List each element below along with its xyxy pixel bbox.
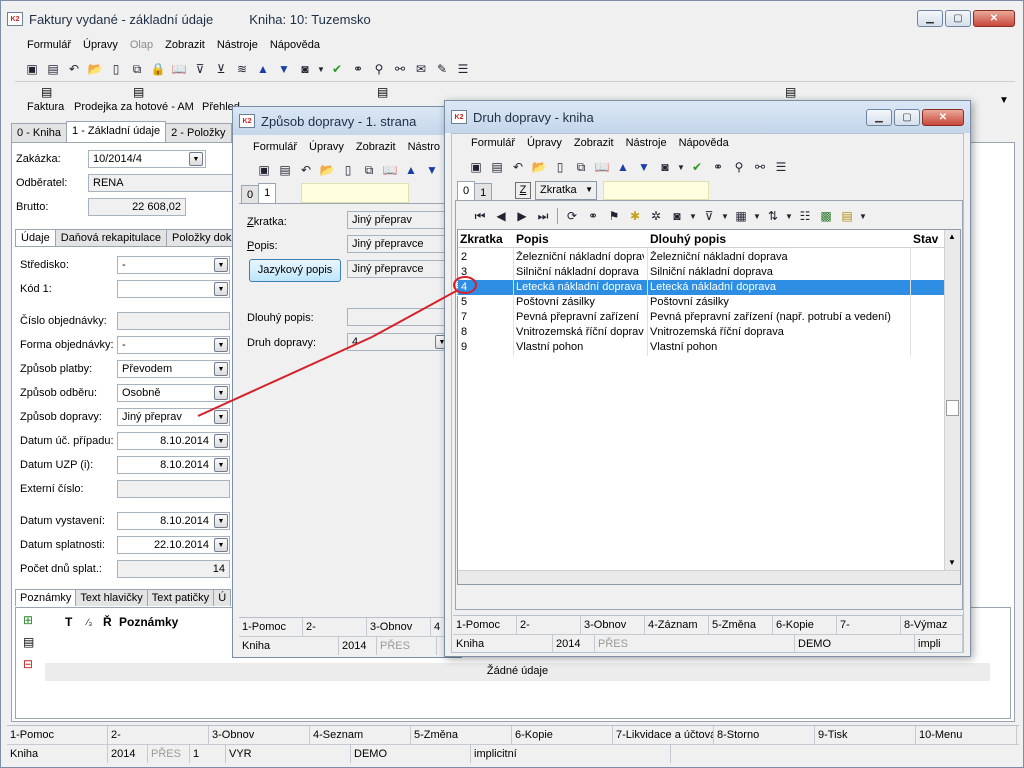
- annotation-overlay: [197, 276, 477, 417]
- annotation-arrow-line-2: [371, 289, 459, 338]
- annotation-arrow-line-1: [197, 336, 373, 417]
- annotation-circle: [453, 276, 477, 294]
